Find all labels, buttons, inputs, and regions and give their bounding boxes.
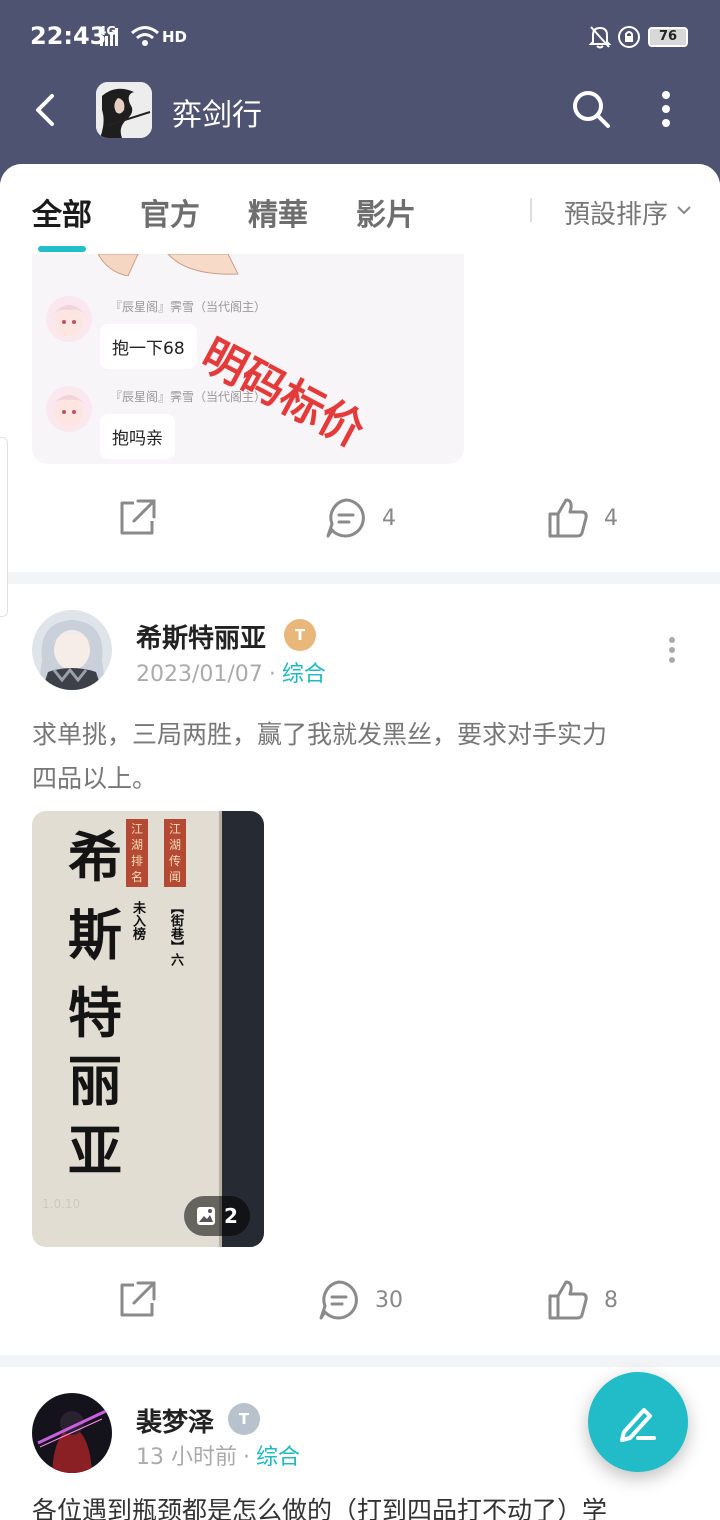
poster-rank-tag: 江湖排名	[126, 819, 148, 887]
post-image-chat-screenshot[interactable]: 『辰星阁』霁雪（当代阁主） 抱一下68 『辰星阁』霁雪（当代阁主） 抱吗亲 明码…	[32, 254, 464, 464]
more-vertical-icon[interactable]	[650, 88, 682, 130]
app-bar: 弈剑行	[0, 72, 720, 164]
post-image[interactable]: 希 斯 特 丽 亚 江湖排名 未入榜 江湖传闻 【街巷】六 1.0.10	[32, 811, 264, 1247]
image-icon	[197, 1207, 216, 1225]
status-time: 22:43	[30, 22, 107, 50]
filter-tabs: 全部 官方 精華 影片 預設排序	[0, 164, 720, 254]
poster-rumor-value: 【街巷】六	[168, 901, 183, 966]
post-meta: 2023/01/07 · 综合	[136, 656, 326, 688]
poster-name-char: 丽	[68, 1049, 122, 1113]
thumbs-up-icon	[548, 1280, 588, 1320]
status-bar: 22:43 4G HD 76	[0, 0, 720, 72]
post-meta: 13 小时前 · 综合	[136, 1439, 300, 1471]
post-body-line: 求单挑，三局两胜，赢了我就发黑丝，要求对手实力	[32, 720, 608, 749]
comment-button[interactable]: 30	[317, 1270, 403, 1330]
post-divider	[0, 572, 720, 584]
post-body-line: 四品以上。	[32, 764, 158, 793]
price-stamp-text: 明码标价	[192, 329, 373, 458]
pen-icon	[620, 1408, 656, 1442]
post-body[interactable]: 求单挑，三局两胜，赢了我就发黑丝，要求对手实力 四品以上。	[32, 713, 692, 801]
like-button[interactable]: 8	[546, 1270, 618, 1330]
chat-message: 抱一下68	[100, 324, 197, 369]
chat-message: 抱吗亲	[100, 414, 175, 459]
chevron-down-icon[interactable]	[676, 204, 692, 216]
like-count: 4	[604, 505, 618, 531]
poster-name-char: 希	[68, 825, 122, 889]
feed-sheet: 全部 官方 精華 影片 預設排序 『辰星阁』霁雪（当代阁主） 抱一下68 『辰星…	[0, 164, 720, 1520]
tab-featured[interactable]: 精華	[248, 190, 308, 234]
comment-count: 4	[382, 505, 396, 531]
poster-name-char: 亚	[68, 1119, 122, 1183]
comment-icon	[319, 1280, 358, 1320]
wifi-icon	[131, 26, 159, 46]
poster-rank-value: 未入榜	[130, 901, 145, 940]
signal-icon	[100, 28, 118, 46]
hd-indicator: HD	[162, 28, 188, 46]
poster-name-char: 斯	[68, 903, 122, 967]
user-avatar[interactable]	[32, 610, 112, 690]
sort-dropdown[interactable]: 預設排序	[564, 194, 668, 231]
poster-edge-line	[219, 811, 222, 1247]
tab-official[interactable]: 官方	[140, 190, 200, 234]
chat-avatar	[46, 386, 92, 432]
comment-count: 30	[375, 1287, 403, 1313]
app-title: 弈剑行	[172, 98, 262, 133]
chat-avatar	[46, 296, 92, 342]
poster-dark-edge	[222, 811, 264, 1247]
post-more-icon[interactable]	[662, 632, 682, 672]
meta-separator: ·	[268, 662, 276, 687]
like-button[interactable]: 4	[546, 488, 618, 548]
username[interactable]: 裴梦泽	[136, 1402, 214, 1439]
image-count-badge: 2	[184, 1196, 250, 1236]
post-category[interactable]: 综合	[256, 1445, 300, 1470]
comment-icon	[326, 498, 365, 538]
post-actions: 4 4	[0, 488, 720, 548]
post-date: 2023/01/07	[136, 662, 263, 687]
active-tab-indicator	[38, 246, 86, 252]
post-category[interactable]: 综合	[282, 662, 326, 687]
bell-muted-icon	[588, 26, 612, 49]
battery-indicator: 76	[648, 27, 688, 47]
poster-version: 1.0.10	[42, 1197, 81, 1211]
game-icon[interactable]	[96, 82, 152, 138]
rotation-lock-icon	[618, 26, 640, 48]
meta-separator: ·	[243, 1445, 250, 1470]
share-button[interactable]	[116, 1270, 172, 1330]
poster-rumor-tag: 江湖传闻	[164, 819, 186, 887]
user-avatar[interactable]	[32, 1393, 112, 1473]
tab-divider	[530, 198, 532, 222]
post-time: 13 小时前	[136, 1445, 237, 1470]
level-badge: T	[284, 619, 316, 651]
share-button[interactable]	[116, 488, 172, 548]
share-icon	[120, 1281, 156, 1317]
thumbs-up-icon	[548, 498, 588, 538]
post-actions: 30 8	[0, 1270, 720, 1330]
edge-drawer-handle[interactable]	[0, 437, 8, 617]
like-count: 8	[604, 1287, 618, 1313]
chat-sender-name: 『辰星阁』霁雪（当代阁主）	[110, 300, 267, 314]
tab-all[interactable]: 全部	[32, 190, 92, 234]
comment-button[interactable]: 4	[324, 488, 396, 548]
share-icon	[120, 499, 156, 535]
back-arrow-icon[interactable]	[28, 90, 68, 130]
post-body-line: 各位遇到瓶颈都是怎么做的（打到四品打不动了）学	[32, 1496, 608, 1520]
search-icon[interactable]	[570, 88, 612, 130]
level-badge: T	[228, 1403, 260, 1435]
compose-post-button[interactable]	[588, 1372, 688, 1472]
image-count: 2	[224, 1204, 238, 1228]
cropped-figure-illustration	[98, 254, 239, 276]
tab-videos[interactable]: 影片	[356, 190, 416, 234]
post-body[interactable]: 各位遇到瓶颈都是怎么做的（打到四品打不动了）学	[32, 1489, 692, 1520]
post-divider	[0, 1355, 720, 1367]
username[interactable]: 希斯特丽亚	[136, 618, 266, 655]
